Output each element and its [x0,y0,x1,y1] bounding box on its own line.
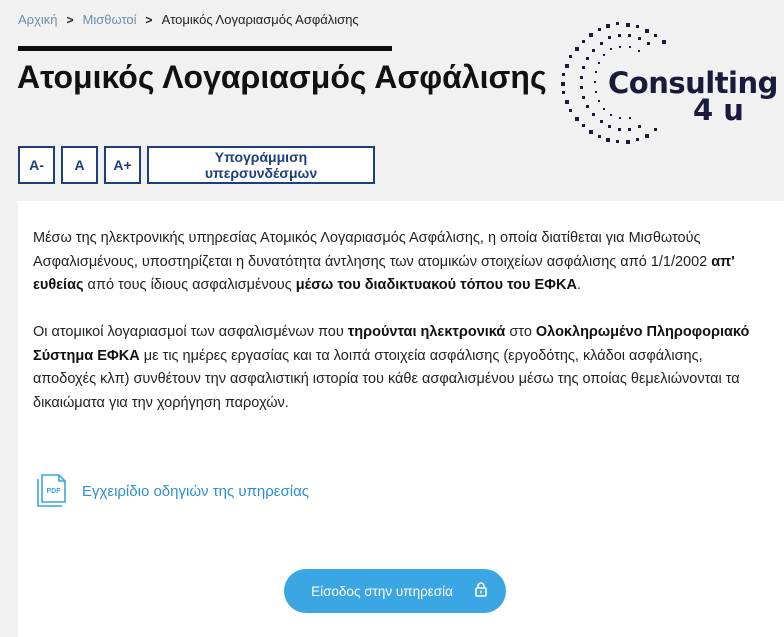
consulting-logo: Consulting 4 u [548,18,784,148]
pdf-document-icon: PDF [36,473,68,509]
login-button-label: Είσοδος στην υπηρεσία [311,583,453,599]
chevron-right-icon: > [66,12,74,27]
details-text-2: στο [505,324,536,340]
breadcrumb: Αρχική > Μισθωτοί > Ατομικός Λογαριασμός… [18,12,359,27]
intro-text-3: . [576,277,582,294]
details-text-3: με τις ημέρες εργασίας και τα λοιπά στοι… [33,347,740,411]
page-title: Ατομικός Λογαριασμός Ασφάλισης [17,59,547,95]
pdf-icon-label: PDF [47,488,62,495]
details-bold-1: τηρούνται ηλεκτρονικά [347,324,506,340]
breadcrumb-current: Ατομικός Λογαριασμός Ασφάλισης [161,12,359,27]
intro-text-1: Μέσω της ηλεκτρονικής υπηρεσίας Ατομικός… [33,230,712,270]
normal-font-button[interactable]: A [61,146,98,184]
chevron-right-icon: > [145,12,153,27]
details-text-1: Οι ατομικοί λογαριασμοί των ασφαλισμένων… [33,324,348,340]
breadcrumb-home-link[interactable]: Αρχική [18,12,58,27]
lock-icon [475,582,487,600]
underline-links-button[interactable]: Υπογράμμιση υπερσυνδέσμων [147,146,375,184]
accessibility-toolbar: A- A A+ Υπογράμμιση υπερσυνδέσμων [18,146,375,184]
details-paragraph: Οι ατομικοί λογαριασμοί των ασφαλισμένων… [33,321,763,415]
title-rule [18,46,392,51]
service-login-button[interactable]: Είσοδος στην υπηρεσία [284,569,506,613]
service-manual-link[interactable]: PDF Εγχειρίδιο οδηγιών της υπηρεσίας [36,473,309,509]
content-panel: Μέσω της ηλεκτρονικής υπηρεσίας Ατομικός… [18,201,784,637]
intro-paragraph: Μέσω της ηλεκτρονικής υπηρεσίας Ατομικός… [33,227,763,298]
intro-text-2: από τους ίδιους ασφαλισμένους [83,277,296,294]
increase-font-button[interactable]: A+ [104,146,141,184]
logo-text-sub: 4 u [693,93,744,127]
service-manual-label: Εγχειρίδιο οδηγιών της υπηρεσίας [82,482,309,500]
breadcrumb-parent-link[interactable]: Μισθωτοί [83,12,137,27]
decrease-font-button[interactable]: A- [18,146,55,184]
intro-bold-2: μέσω του διαδικτυακού τόπου του ΕΦΚΑ [295,277,577,294]
